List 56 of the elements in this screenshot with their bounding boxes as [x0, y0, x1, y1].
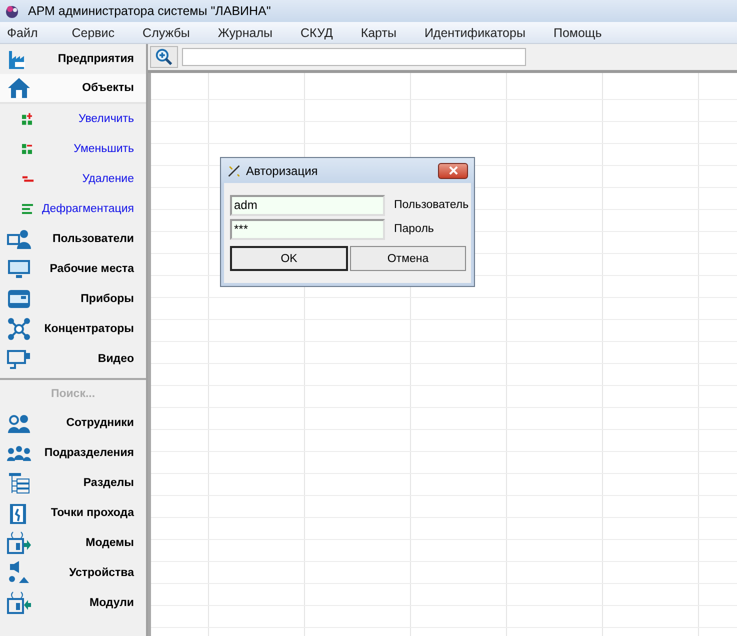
input-field[interactable]: adm	[230, 194, 385, 216]
menu-item[interactable]: Помощь	[546, 26, 609, 40]
search-field[interactable]: Поиск...	[0, 387, 146, 401]
user-computer-icon	[6, 227, 32, 251]
close-button[interactable]	[438, 162, 468, 178]
dialog-button[interactable]: OK	[230, 246, 348, 271]
menu-item[interactable]: Идентификаторы	[417, 26, 532, 40]
dialog-button[interactable]: Отмена	[350, 246, 466, 271]
panel-icon	[6, 287, 32, 311]
sidebar-item[interactable]: Точки прохода	[0, 498, 146, 528]
sidebar-item[interactable]: Концентраторы	[0, 314, 146, 344]
tree-icon	[6, 471, 32, 495]
sidebar-item[interactable]: Подразделения	[0, 438, 146, 468]
lines-icon	[22, 204, 33, 214]
zoom-in-icon	[155, 48, 173, 66]
filter-field[interactable]	[182, 48, 526, 66]
menu-item[interactable]: СКУД	[294, 26, 340, 40]
remove-lines-icon	[22, 176, 34, 182]
menu-item[interactable]: Журналы	[210, 26, 280, 40]
sidebar-action[interactable]: Дефрагментация	[0, 194, 146, 224]
sidebar-item[interactable]: Устройства	[0, 558, 146, 588]
sidebar-item[interactable]: Разделы	[0, 468, 146, 498]
sidebar-item[interactable]: Сотрудники	[0, 408, 146, 438]
blocks-plus-icon	[22, 113, 32, 125]
menu-item[interactable]: Сервис	[64, 26, 122, 40]
house-icon	[6, 76, 32, 100]
modem-icon	[6, 531, 32, 555]
sidebar-item[interactable]: Модули	[0, 588, 146, 618]
sidebar-item[interactable]: Видео	[0, 344, 146, 374]
speaker-icon	[6, 561, 32, 585]
network-icon	[6, 317, 32, 341]
sidebar-action[interactable]: Удаление	[0, 164, 146, 194]
window-title: АРМ администратора системы "ЛАВИНА"	[28, 4, 271, 18]
menu-item[interactable]: Карты	[354, 26, 404, 40]
sidebar-item[interactable]: Модемы	[0, 528, 146, 558]
sidebar-item[interactable]: Приборы	[0, 284, 146, 314]
monitor-icon	[6, 257, 32, 281]
module-icon	[6, 591, 32, 615]
field-label: Пользователь	[394, 199, 469, 211]
zoom-button[interactable]	[150, 46, 178, 68]
sidebar-item[interactable]: Рабочие места	[0, 254, 146, 284]
input-field[interactable]: ***	[230, 218, 385, 240]
sidebar-item[interactable]: Объекты	[0, 74, 146, 104]
menu-item[interactable]: Службы	[136, 26, 197, 40]
wand-icon	[227, 164, 241, 178]
camera-monitor-icon	[6, 347, 32, 371]
menu-item[interactable]: Файл	[0, 26, 45, 40]
close-icon	[448, 166, 458, 175]
sidebar-action[interactable]: Уменьшить	[0, 134, 146, 164]
dialog-title: Авторизация	[246, 164, 319, 178]
field-label: Пароль	[394, 223, 434, 235]
sidebar-item[interactable]: Предприятия	[0, 44, 146, 74]
sidebar-item[interactable]: Пользователи	[0, 224, 146, 254]
blocks-minus-icon	[22, 144, 32, 154]
sidebar-action[interactable]: Увеличить	[0, 104, 146, 134]
app-icon	[4, 3, 20, 19]
